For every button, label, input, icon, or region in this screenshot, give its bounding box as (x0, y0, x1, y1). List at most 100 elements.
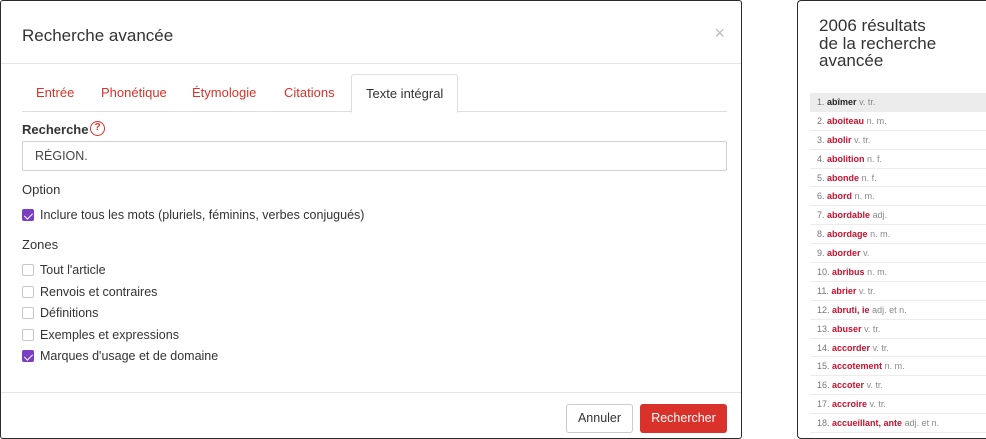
zone-checkbox[interactable] (22, 286, 34, 298)
result-grammar: v. tr. (872, 342, 889, 353)
tab-etymologie[interactable]: Étymologie (178, 74, 270, 112)
result-grammar: v. tr. (854, 134, 871, 145)
option-checkbox-row[interactable]: Inclure tous les mots (pluriels, féminin… (22, 207, 364, 223)
result-word-link[interactable]: abîmer (827, 97, 857, 107)
tab-bar: Entrée Phonétique Étymologie Citations T… (22, 74, 727, 113)
result-grammar: n. m. (867, 267, 888, 278)
result-number: 5. (817, 172, 825, 183)
result-word-link[interactable]: abolition (827, 154, 865, 164)
search-input[interactable] (22, 141, 727, 171)
list-item[interactable]: 9. aborder v. (810, 244, 986, 264)
result-number: 2. (817, 115, 825, 126)
result-grammar: v. tr. (859, 97, 876, 107)
list-item[interactable]: 3. abolir v. tr. (810, 131, 986, 150)
list-item[interactable]: 18. accueillant, ante adj. et n. (810, 414, 986, 434)
list-item[interactable]: 12. abruti, ie adj. et n. (810, 301, 986, 320)
result-grammar: v. tr. (858, 285, 876, 296)
result-number: 16. (817, 380, 830, 391)
include-all-words-checkbox[interactable] (22, 209, 34, 221)
zone-label: Exemples et expressions (40, 328, 179, 342)
list-item[interactable]: 7. abordable adj. (810, 206, 986, 226)
advanced-search-modal: Recherche avancée × Entrée Phonétique Ét… (0, 0, 742, 439)
zone-checkbox[interactable] (22, 264, 34, 276)
result-number: 13. (817, 323, 830, 334)
include-all-words-label: Inclure tous les mots (pluriels, féminin… (40, 208, 365, 222)
result-word-link[interactable]: abord (827, 191, 852, 201)
result-grammar: n. f. (867, 153, 883, 164)
zone-label: Marques d'usage et de domaine (40, 349, 219, 363)
list-item[interactable]: 10. abribus n. m. (810, 263, 986, 282)
result-word-link[interactable]: abordage (827, 229, 868, 239)
help-icon[interactable]: ? (90, 121, 105, 136)
list-item[interactable]: 17. accroire v. tr. (810, 395, 986, 415)
list-item[interactable]: 1. abîmer v. tr. (810, 93, 986, 112)
result-grammar: n. m. (870, 229, 891, 240)
list-item[interactable]: 13. abuser v. tr. (810, 320, 986, 339)
zone-checkbox[interactable] (22, 350, 34, 362)
tab-texte-integral[interactable]: Texte intégral (351, 74, 459, 113)
result-word-link[interactable]: abuser (832, 324, 862, 334)
result-word-link[interactable]: aborder (827, 248, 861, 258)
zone-checkbox[interactable] (22, 329, 34, 341)
list-item[interactable]: 5. abonde n. f. (810, 169, 986, 188)
list-item[interactable]: 6. abord n. m. (810, 187, 986, 207)
result-grammar: n. m. (884, 361, 905, 372)
results-title: 2006 résultats de la recherche avancée (819, 17, 936, 70)
zones-label: Zones (22, 237, 59, 252)
result-number: 14. (817, 342, 830, 353)
results-title-line: avancée (819, 51, 884, 70)
zone-label: Tout l'article (40, 263, 106, 277)
zone-row-exemples[interactable]: Exemples et expressions (22, 327, 179, 343)
cancel-button[interactable]: Annuler (566, 404, 633, 433)
result-word-link[interactable]: accotement (832, 361, 882, 371)
result-grammar: adj. et n. (904, 418, 940, 429)
list-item[interactable]: 15. accotement n. m. (810, 357, 986, 377)
zone-row-definitions[interactable]: Définitions (22, 305, 98, 321)
result-grammar: n. m. (866, 115, 887, 126)
tab-entree[interactable]: Entrée (22, 74, 88, 112)
result-grammar: v. (863, 248, 870, 259)
result-word-link[interactable]: accoter (832, 380, 864, 390)
result-number: 18. (817, 418, 830, 429)
result-word-link[interactable]: accorder (832, 343, 870, 353)
zone-label: Renvois et contraires (40, 285, 158, 299)
results-panel: 2006 résultats de la recherche avancée 1… (797, 0, 986, 439)
results-title-line: de la recherche (819, 33, 937, 53)
tab-citations[interactable]: Citations (270, 74, 349, 112)
result-number: 10. (817, 267, 830, 278)
result-word-link[interactable]: accroire (832, 399, 867, 409)
option-label: Option (22, 182, 61, 197)
result-number: 9. (817, 248, 825, 259)
result-word-link[interactable]: abolir (827, 135, 852, 145)
result-number: 12. (817, 304, 830, 315)
result-word-link[interactable]: accueillant, ante (832, 418, 902, 428)
result-number: 3. (817, 134, 825, 145)
zone-row-renvois[interactable]: Renvois et contraires (22, 284, 157, 300)
search-button[interactable]: Rechercher (640, 404, 727, 433)
modal-header: Recherche avancée × (1, 1, 741, 64)
close-icon[interactable]: × (714, 23, 725, 44)
zone-row-marques[interactable]: Marques d'usage et de domaine (22, 348, 218, 364)
list-item[interactable]: 4. abolition n. f. (810, 150, 986, 169)
list-item[interactable]: 8. abordage n. m. (810, 225, 986, 245)
result-word-link[interactable]: aboiteau (827, 116, 864, 126)
list-item[interactable]: 14. accorder v. tr. (810, 339, 986, 358)
results-list: 1. abîmer v. tr. 2. aboiteau n. m. 3. abol… (810, 93, 986, 434)
zone-row-tout-article[interactable]: Tout l'article (22, 262, 106, 278)
result-word-link[interactable]: abonde (827, 173, 859, 183)
list-item[interactable]: 2. aboiteau n. m. (810, 112, 986, 131)
zone-checkbox[interactable] (22, 307, 34, 319)
result-grammar: n. f. (861, 172, 877, 183)
results-title-line: 2006 résultats (819, 16, 926, 35)
list-item[interactable]: 11. abrier v. tr. (810, 282, 986, 301)
result-word-link[interactable]: abribus (832, 267, 865, 277)
result-grammar: v. tr. (866, 380, 883, 391)
result-grammar: n. m. (854, 191, 875, 202)
list-item[interactable]: 16. accoter v. tr. (810, 376, 986, 396)
result-word-link[interactable]: abruti, ie (832, 305, 870, 315)
result-grammar: adj. et n. (872, 304, 907, 315)
result-word-link[interactable]: abrier (831, 286, 856, 296)
result-word-link[interactable]: abordable (827, 210, 870, 220)
search-label: Recherche (22, 122, 89, 137)
tab-phonetique[interactable]: Phonétique (87, 74, 181, 112)
